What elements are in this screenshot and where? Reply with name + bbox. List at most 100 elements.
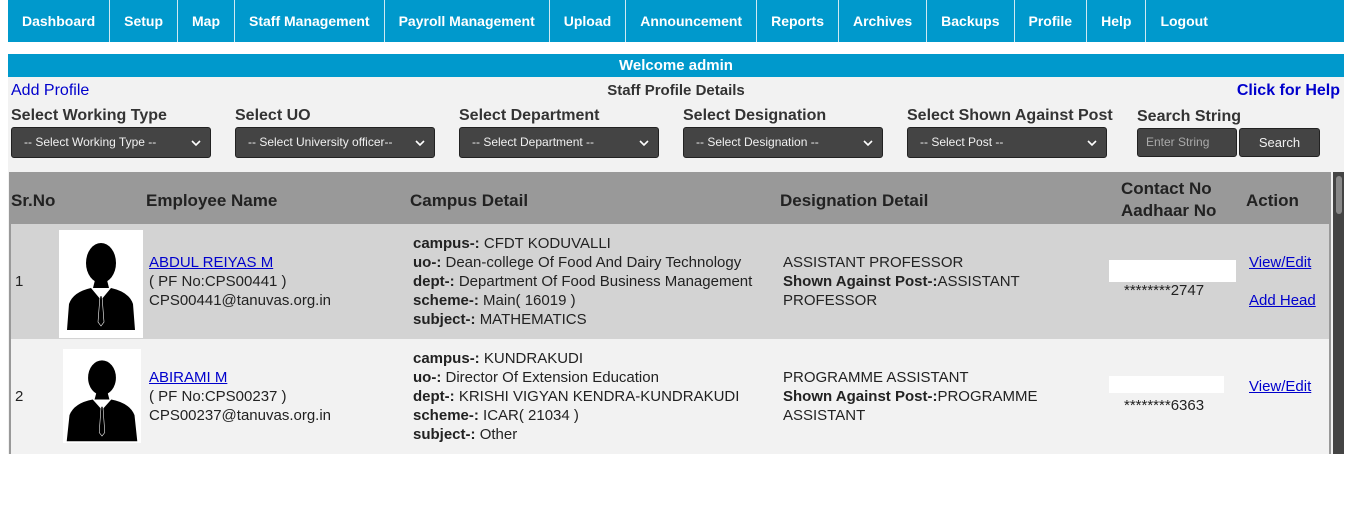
email: CPS00237@tanuvas.org.in [149, 407, 332, 424]
nav-upload[interactable]: Upload [550, 0, 627, 42]
shown-against-post: Shown Against Post-:PROGRAMME [783, 387, 1037, 406]
filter-label: Select Working Type [11, 107, 167, 124]
uo-select[interactable]: -- Select University officer-- [235, 127, 435, 158]
nav-payroll-management[interactable]: Payroll Management [385, 0, 550, 42]
nav-profile[interactable]: Profile [1015, 0, 1088, 42]
help-link[interactable]: Click for Help [1237, 82, 1340, 100]
scheme-line: scheme-: ICAR( 21034 ) [413, 406, 579, 425]
nav-archives[interactable]: Archives [839, 0, 928, 42]
nav-staff-management[interactable]: Staff Management [235, 0, 385, 42]
nav-announcement[interactable]: Announcement [626, 0, 758, 42]
value: ICAR( 21034 ) [483, 407, 579, 424]
table-scrollbar[interactable] [1333, 172, 1344, 454]
shown-against-post: Shown Against Post-:ASSISTANT [783, 272, 1020, 291]
aadhaar-no: ********6363 [1124, 397, 1205, 414]
nav-map[interactable]: Map [178, 0, 236, 42]
value: MATHEMATICS [479, 311, 587, 328]
working-type-select[interactable]: -- Select Working Type -- [11, 127, 211, 158]
header-srno: Sr.No [11, 191, 56, 210]
view-edit-link[interactable]: View/Edit [1249, 377, 1311, 396]
chevron-down-icon [1087, 140, 1097, 147]
nav-setup[interactable]: Setup [110, 0, 179, 42]
value: Other [479, 426, 518, 443]
filter-working-type: Select Working Type -- Select Working Ty… [11, 106, 211, 158]
uo-line: uo-: Dean-college Of Food And Dairy Tech… [413, 253, 741, 272]
add-head-label[interactable]: Add Head [1249, 292, 1316, 309]
contact-no [1109, 260, 1236, 282]
email: CPS00441@tanuvas.org.in [149, 292, 332, 309]
search-button[interactable]: Search [1239, 128, 1320, 157]
value: KRISHI VIGYAN KENDRA-KUNDRAKUDI [458, 388, 740, 405]
nav-backups[interactable]: Backups [927, 0, 1015, 42]
nav-logout[interactable]: Logout [1146, 0, 1221, 42]
view-edit-link[interactable]: View/Edit [1249, 253, 1311, 272]
nav-reports[interactable]: Reports [757, 0, 839, 42]
value: Director Of Extension Education [445, 369, 659, 386]
value: Main( 16019 ) [483, 292, 576, 309]
designation-select[interactable]: -- Select Designation -- [683, 127, 883, 158]
shown-against-post-cont: PROFESSOR [783, 292, 878, 309]
select-value: -- Select Post -- [920, 135, 1004, 149]
table-row: 2 ABIRAMI M ( PF No:CPS00237 ) CPS00237@… [11, 339, 1329, 454]
key: uo-: [413, 254, 442, 271]
value: PROGRAMME [937, 388, 1038, 405]
staff-profile-panel: Staff Profile Details Add Profile Click … [8, 77, 1344, 454]
employee-name[interactable]: ABIRAMI M [149, 369, 227, 386]
table-row: 1 ABDUL REIYAS M ( PF No:CPS00441 ) CPS0… [11, 224, 1329, 339]
subject-line: subject-: Other [413, 425, 517, 444]
filter-label: Select UO [235, 107, 311, 124]
nav-dashboard[interactable]: Dashboard [8, 0, 111, 42]
chevron-down-icon [191, 140, 201, 147]
employee-name-link[interactable]: ABDUL REIYAS M [149, 253, 273, 272]
select-value: -- Select Department -- [472, 135, 595, 149]
header-designation-detail: Designation Detail [780, 191, 929, 210]
person-silhouette-icon [65, 236, 137, 330]
search-box: Search String Enter String Search [1137, 107, 1320, 157]
filter-designation: Select Designation -- Select Designation… [683, 106, 883, 158]
department-select[interactable]: -- Select Department -- [459, 127, 659, 158]
header-campus-detail: Campus Detail [410, 191, 529, 210]
person-silhouette-icon [63, 349, 141, 443]
employee-name[interactable]: ABDUL REIYAS M [149, 254, 273, 271]
avatar [63, 349, 141, 443]
value: CFDT KODUVALLI [483, 235, 611, 252]
add-head-link[interactable]: Add Head [1249, 291, 1316, 310]
chevron-down-icon [415, 140, 425, 147]
staff-table: Sr.No Employee Name Campus Detail Design… [9, 172, 1331, 454]
value: ASSISTANT [937, 273, 1020, 290]
table-header: Sr.No Employee Name Campus Detail Design… [11, 174, 1329, 224]
welcome-banner: Welcome admin [8, 54, 1344, 77]
subject-line: subject-: MATHEMATICS [413, 310, 587, 329]
value: Department Of Food Business Management [458, 273, 753, 290]
dept-line: dept-: Department Of Food Business Manag… [413, 272, 752, 291]
select-value: -- Select University officer-- [248, 135, 393, 149]
view-edit-label[interactable]: View/Edit [1249, 254, 1311, 271]
avatar [59, 230, 143, 338]
key: dept-: [413, 273, 455, 290]
scrollbar-thumb[interactable] [1336, 176, 1342, 214]
nav-help[interactable]: Help [1087, 0, 1147, 42]
search-label: Search String [1137, 108, 1242, 125]
pf-number: ( PF No:CPS00441 ) [149, 273, 287, 290]
contact-no [1109, 376, 1224, 393]
designation: PROGRAMME ASSISTANT [783, 369, 969, 386]
key: uo-: [413, 369, 442, 386]
header-aadhaar-no: Aadhaar No [1121, 201, 1217, 220]
dept-line: dept-: KRISHI VIGYAN KENDRA-KUNDRAKUDI [413, 387, 739, 406]
post-select[interactable]: -- Select Post -- [907, 127, 1107, 158]
key: campus-: [413, 350, 480, 367]
key: scheme-: [413, 292, 479, 309]
add-profile-link[interactable]: Add Profile [11, 82, 89, 100]
view-edit-label[interactable]: View/Edit [1249, 378, 1311, 395]
filter-uo: Select UO -- Select University officer-- [235, 106, 435, 158]
top-nav: Dashboard Setup Map Staff Management Pay… [8, 0, 1344, 42]
campus-line: campus-: KUNDRAKUDI [413, 349, 583, 368]
filter-label: Select Shown Against Post [907, 107, 1113, 124]
key: subject-: [413, 311, 476, 328]
filter-shown-against-post: Select Shown Against Post -- Select Post… [907, 106, 1113, 158]
employee-name-link[interactable]: ABIRAMI M [149, 368, 227, 387]
header-action: Action [1246, 191, 1299, 210]
search-input[interactable]: Enter String [1137, 128, 1237, 157]
key: Shown Against Post-: [783, 388, 938, 405]
filter-label: Select Designation [683, 107, 827, 124]
